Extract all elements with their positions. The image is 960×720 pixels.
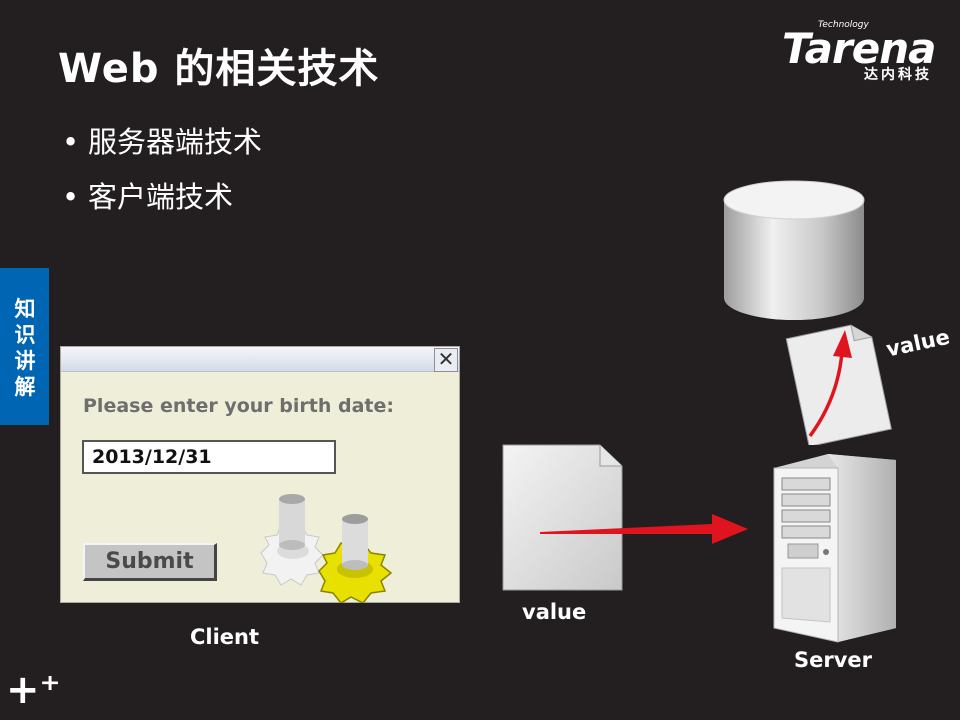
arrows-layer xyxy=(540,330,852,544)
footer-plus-icon: +⁺ xyxy=(6,667,61,713)
to-database-arrow-icon xyxy=(808,330,852,438)
doc-to-server-arrow-icon xyxy=(540,514,748,544)
